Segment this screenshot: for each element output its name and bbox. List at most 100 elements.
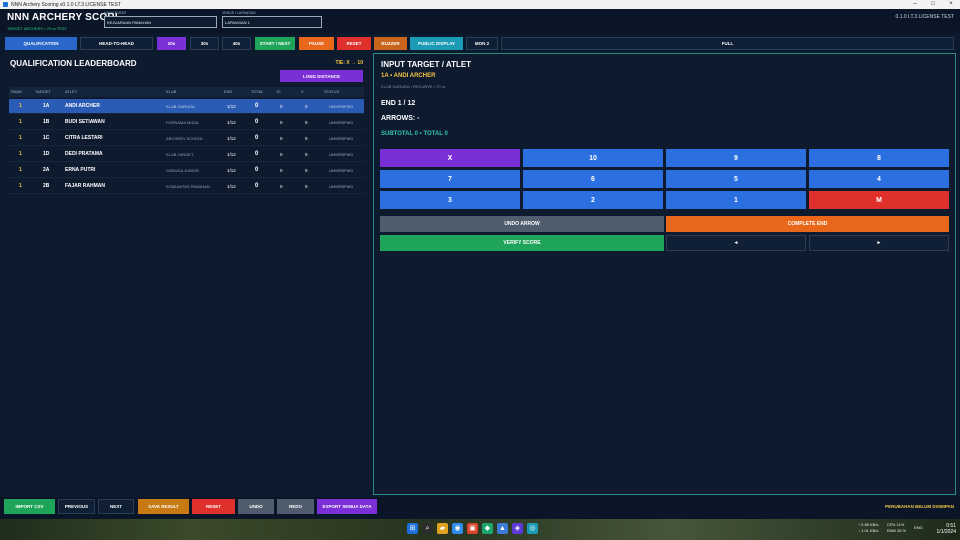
table-row[interactable]: 1 1B BUDI SETIAWAN PURNAMA MUDA 1/12 0 0… xyxy=(9,115,364,130)
previous-arrow-button[interactable]: ◄ xyxy=(666,235,806,251)
row-rank: 1 xyxy=(19,103,22,109)
complete-end-button[interactable]: COMPLETE END xyxy=(666,216,949,232)
score-3-button[interactable]: 3 xyxy=(380,191,520,209)
row-total: 0 xyxy=(255,103,259,109)
row-target: 2A xyxy=(43,167,50,173)
os-taskbar: ⊞ ⌕ ▰ ◉ ▣ ◆ ▲ ◈ ◎ ↑ 2.58 KB/s ↓ 1.01 KB/… xyxy=(0,519,960,540)
event-input[interactable]: KEJUARAAN PANAHAN xyxy=(104,16,217,28)
table-row[interactable]: 1 1D DEDI PRATAMA KLUB TARGET 1/12 0 0 0… xyxy=(9,147,364,162)
browser-icon[interactable]: ◉ xyxy=(452,523,463,534)
score-1-button[interactable]: 1 xyxy=(666,191,806,209)
input-panel: INPUT TARGET / ATLET 1A • ANDI ARCHER KL… xyxy=(373,53,956,495)
row-club: ARCHERY SCHOOL xyxy=(166,136,204,141)
leaderboard-panel: QUALIFICATION LEADERBOARD TIE: X → 10 LO… xyxy=(5,54,368,494)
score-5-button[interactable]: 5 xyxy=(666,170,806,188)
current-athlete-club: KLUB GARUDA • RECURVE • 70 m xyxy=(381,84,446,89)
pause-button[interactable]: PAUSE xyxy=(299,37,334,50)
score-miss-button[interactable]: M xyxy=(809,191,949,209)
row-rank: 1 xyxy=(19,167,22,173)
venue-input[interactable]: LAPANGAN 1 xyxy=(222,16,322,28)
row-end: 1/12 xyxy=(227,152,236,157)
event-field: NAMA EVENT KEJUARAAN PANAHAN xyxy=(104,11,217,28)
undo-arrow-button[interactable]: UNDO ARROW xyxy=(380,216,664,232)
score-8-button[interactable]: 8 xyxy=(809,149,949,167)
tie-rule: TIE: X → 10 xyxy=(335,60,363,66)
leaderboard-header: RANK TARGET ATLET KLUB END TOTAL 10 X ST… xyxy=(9,87,364,97)
network-speed: ↑ 2.58 KB/s ↓ 1.01 KB/s xyxy=(858,522,878,534)
row-x: 0 xyxy=(305,136,308,141)
minimize-icon[interactable]: – xyxy=(906,0,924,9)
timer-reset-button[interactable]: RESET xyxy=(337,37,371,50)
search-icon[interactable]: ⌕ xyxy=(422,523,433,534)
score-4-button[interactable]: 4 xyxy=(809,170,949,188)
row-rank: 1 xyxy=(19,135,22,141)
reset-button[interactable]: RESET xyxy=(192,499,235,514)
row-x: 0 xyxy=(305,104,308,109)
verify-score-button[interactable]: VERIFY SCORE xyxy=(380,235,664,251)
next-arrow-button[interactable]: ► xyxy=(809,235,949,251)
col-target[interactable]: TARGET xyxy=(35,87,51,97)
timer-30s-button[interactable]: 30s xyxy=(190,37,219,50)
arrows-entered: ARROWS: - xyxy=(381,115,420,122)
undo-button[interactable]: UNDO xyxy=(238,499,274,514)
row-total: 0 xyxy=(255,119,259,125)
save-result-button[interactable]: SAVE RESULT xyxy=(138,499,189,514)
language-indicator[interactable]: ENG xyxy=(914,525,923,531)
buzzer-button[interactable]: BUZZER xyxy=(374,37,407,50)
app-title: NNN ARCHERY SCORI xyxy=(7,12,118,23)
table-row[interactable]: 1 2A ERNA PUTRI GARUDA JUNIOR 1/12 0 0 0… xyxy=(9,163,364,178)
score-7-button[interactable]: 7 xyxy=(380,170,520,188)
timer-40s-button[interactable]: 40s xyxy=(222,37,251,50)
tab-head-to-head[interactable]: HEAD-TO-HEAD xyxy=(80,37,153,50)
row-status: UNVERIFIED xyxy=(329,120,354,125)
next-button[interactable]: NEXT xyxy=(98,499,134,514)
public-display-button[interactable]: PUBLIC DISPLAY xyxy=(410,37,463,50)
table-row[interactable]: 1 1A ANDI ARCHER KLUB GARUDA 1/12 0 0 0 … xyxy=(9,99,364,114)
score-9-button[interactable]: 9 xyxy=(666,149,806,167)
row-end: 1/12 xyxy=(227,184,236,189)
store-icon[interactable]: ▣ xyxy=(467,523,478,534)
col-club[interactable]: KLUB xyxy=(166,87,176,97)
archery-app-icon[interactable]: ◎ xyxy=(527,523,538,534)
row-athlete: ERNA PUTRI xyxy=(65,167,96,173)
row-target: 1C xyxy=(43,135,50,141)
fullscreen-button[interactable]: FULL xyxy=(501,37,954,50)
maximize-icon[interactable]: □ xyxy=(924,0,942,9)
table-row[interactable]: 1 1C CITRA LESTARI ARCHERY SCHOOL 1/12 0… xyxy=(9,131,364,146)
redo-button[interactable]: REDO xyxy=(277,499,314,514)
taskbar-apps: ⊞ ⌕ ▰ ◉ ▣ ◆ ▲ ◈ ◎ xyxy=(407,523,538,534)
photos-icon[interactable]: ▲ xyxy=(497,523,508,534)
row-club: KLUB TARGET xyxy=(166,152,194,157)
col-athlete[interactable]: ATLET xyxy=(65,87,77,97)
row-total: 0 xyxy=(255,167,259,173)
import-csv-button[interactable]: IMPORT CSV xyxy=(4,499,55,514)
col-rank[interactable]: RANK xyxy=(11,87,22,97)
monitor-2-button[interactable]: MON 2 xyxy=(466,37,498,50)
start-next-button[interactable]: START / NEXT xyxy=(255,37,295,50)
col-tens[interactable]: 10 xyxy=(276,87,280,97)
windows-start-icon[interactable]: ⊞ xyxy=(407,523,418,534)
col-status[interactable]: STATUS xyxy=(324,87,339,97)
folder-icon[interactable]: ▰ xyxy=(437,523,448,534)
col-end[interactable]: END xyxy=(224,87,232,97)
chat-icon[interactable]: ◆ xyxy=(482,523,493,534)
long-distance-button[interactable]: LONG DISTANCE xyxy=(280,70,363,82)
score-10-button[interactable]: 10 xyxy=(523,149,663,167)
score-x-button[interactable]: X xyxy=(380,149,520,167)
score-2-button[interactable]: 2 xyxy=(523,191,663,209)
timer-20s-button[interactable]: 20s xyxy=(157,37,186,50)
score-6-button[interactable]: 6 xyxy=(523,170,663,188)
col-total[interactable]: TOTAL xyxy=(251,87,264,97)
close-icon[interactable]: × xyxy=(942,0,960,9)
editor-icon[interactable]: ◈ xyxy=(512,523,523,534)
row-end: 1/12 xyxy=(227,104,236,109)
row-total: 0 xyxy=(255,135,259,141)
col-x[interactable]: X xyxy=(301,87,304,97)
row-rank: 1 xyxy=(19,151,22,157)
system-clock[interactable]: 0:51 1/1/2024 xyxy=(937,523,956,535)
tab-qualification[interactable]: QUALIFICATION xyxy=(5,37,77,50)
table-row[interactable]: 1 2B FAJAR RAHMAN KOMUNITAS PANAHAN 1/12… xyxy=(9,179,364,194)
row-tens: 0 xyxy=(280,120,283,125)
previous-button[interactable]: PREVIOUS xyxy=(58,499,95,514)
export-all-button[interactable]: EXPORT SEMUA DATA xyxy=(317,499,377,514)
